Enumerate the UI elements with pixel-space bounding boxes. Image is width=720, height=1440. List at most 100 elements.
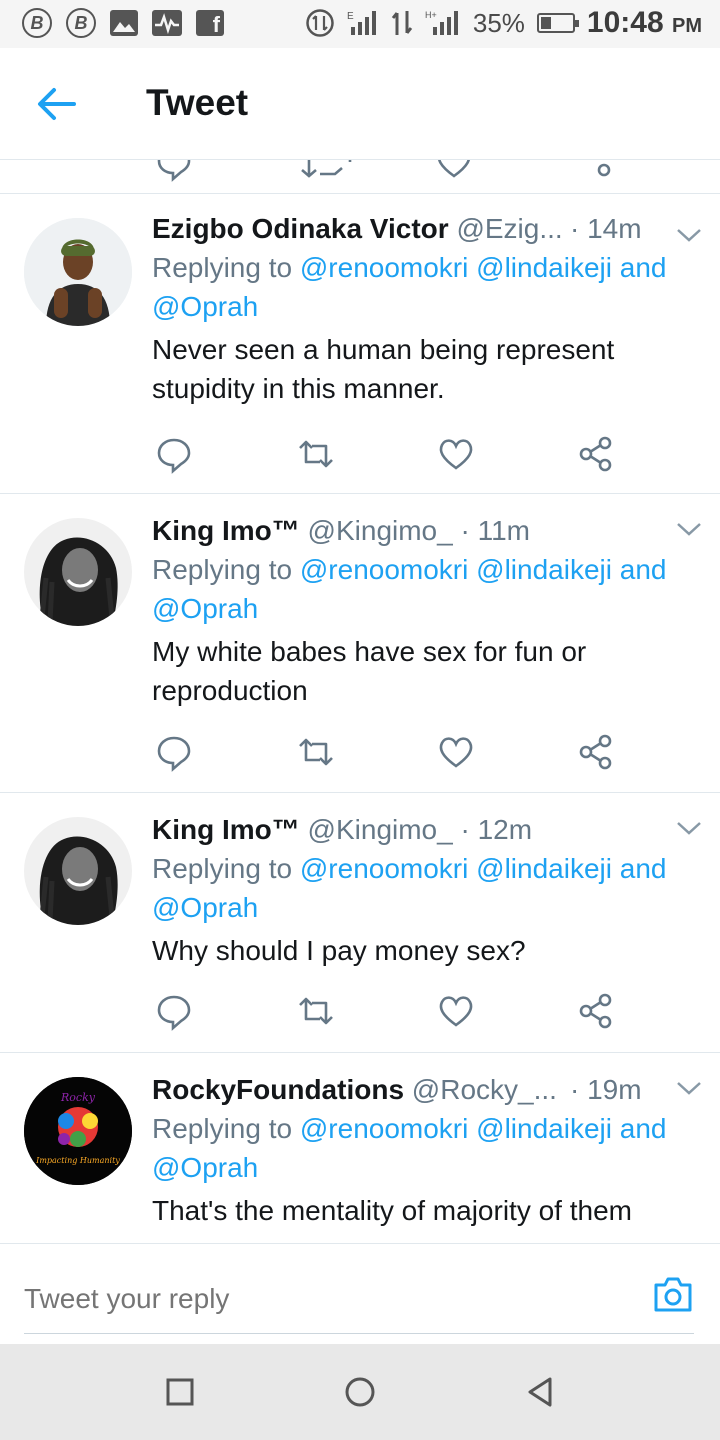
back-button[interactable]	[522, 1374, 558, 1410]
chevron-down-icon[interactable]	[674, 819, 704, 839]
home-button[interactable]	[342, 1374, 378, 1410]
facebook-icon: f	[196, 10, 224, 36]
tweet-time: · 19m	[570, 1074, 642, 1105]
tweet-item[interactable]: King Imo™ @Kingimo_ · 12m Replying to @r…	[0, 793, 720, 1053]
tweet-text: Why should I pay money sex?	[152, 935, 526, 966]
tweet-item[interactable]: King Imo™ @Kingimo_ · 11m Replying to @r…	[0, 494, 720, 793]
retweet-icon[interactable]	[296, 991, 336, 1031]
tweet-item[interactable]: Rocky Impacting Humanity RockyFoundation…	[0, 1053, 720, 1243]
avatar[interactable]	[24, 518, 132, 626]
author-handle[interactable]: @Rocky_...	[412, 1074, 557, 1105]
svg-text:Rocky: Rocky	[60, 1091, 96, 1104]
tweet-actions	[152, 434, 622, 474]
author-name[interactable]: King Imo™	[152, 814, 300, 845]
mention-link[interactable]: @Oprah	[152, 291, 258, 322]
share-icon[interactable]	[576, 732, 616, 772]
mention-link[interactable]: @Oprah	[152, 593, 258, 624]
clock: 10:48 PM	[586, 6, 702, 39]
avatar[interactable]	[24, 817, 132, 925]
system-nav-bar	[0, 1344, 720, 1440]
chevron-down-icon[interactable]	[674, 226, 704, 246]
svg-text:H+: H+	[425, 10, 437, 20]
reply-icon[interactable]	[154, 991, 194, 1031]
mention-link[interactable]: @lindaikeji	[476, 853, 612, 884]
app-header: Tweet	[0, 48, 720, 160]
tweet-meta: Ezigbo Odinaka Victor @Ezig... · 14m	[152, 210, 700, 248]
avatar[interactable]: Rocky Impacting Humanity	[24, 1077, 132, 1185]
tweet-time: · 12m	[460, 814, 533, 845]
tweet-text: That's the mentality of majority of them	[152, 1195, 632, 1226]
tweet-actions	[152, 732, 622, 772]
mention-link[interactable]: @lindaikeji	[476, 252, 612, 283]
tweet-content: King Imo™ @Kingimo_ · 12m Replying to @r…	[152, 811, 700, 970]
chevron-down-icon[interactable]	[674, 520, 704, 540]
author-name[interactable]: RockyFoundations	[152, 1074, 404, 1105]
tweet-text: My white babes have sex for fun or repro…	[152, 636, 587, 706]
chevron-down-icon[interactable]	[674, 1079, 704, 1099]
tweet-item[interactable]: Ezigbo Odinaka Victor @Ezig... · 14m Rep…	[0, 194, 720, 494]
replying-to: Replying to @renoomokri @lindaikeji and …	[152, 1113, 667, 1183]
author-handle[interactable]: @Kingimo_	[308, 814, 453, 845]
status-bar: B B f E H+ 35% 10:48 PM	[0, 0, 720, 48]
mention-link[interactable]: @Oprah	[152, 892, 258, 923]
transfer-icon	[391, 11, 413, 35]
tweet-meta: RockyFoundations @Rocky_... · 19m	[152, 1071, 700, 1109]
like-icon[interactable]	[436, 434, 476, 474]
tweet-content: King Imo™ @Kingimo_ · 11m Replying to @r…	[152, 512, 700, 710]
tweet-content: RockyFoundations @Rocky_... · 19m Replyi…	[152, 1071, 700, 1230]
replying-to: Replying to @renoomokri @lindaikeji and …	[152, 252, 667, 322]
tweet-meta: King Imo™ @Kingimo_ · 12m	[152, 811, 700, 849]
signal-icon: H+	[425, 10, 458, 35]
mention-link[interactable]: @Oprah	[152, 1152, 258, 1183]
reply-composer	[0, 1243, 720, 1344]
data-icon	[306, 9, 334, 37]
tweet-meta: King Imo™ @Kingimo_ · 11m	[152, 512, 700, 550]
mention-link[interactable]: @renoomokri	[300, 853, 468, 884]
tweet-time: · 14m	[570, 213, 642, 244]
retweet-icon[interactable]	[296, 732, 336, 772]
author-name[interactable]: King Imo™	[152, 515, 300, 546]
b-badge-icon: B	[66, 8, 96, 38]
previous-tweet-actions	[0, 160, 720, 194]
b-badge-icon: B	[22, 8, 52, 38]
tweet-text: Never seen a human being represent stupi…	[152, 334, 615, 404]
mention-link[interactable]: @renoomokri	[300, 554, 468, 585]
like-icon[interactable]	[436, 991, 476, 1031]
back-arrow-icon[interactable]	[34, 82, 82, 126]
battery-icon	[536, 13, 579, 33]
avatar[interactable]	[24, 218, 132, 326]
reply-icon[interactable]	[154, 732, 194, 772]
reply-input[interactable]	[24, 1264, 694, 1334]
reply-icon[interactable]	[154, 160, 194, 182]
signal-icon: E	[347, 11, 376, 35]
like-icon[interactable]	[436, 732, 476, 772]
tweet-time: · 11m	[460, 515, 530, 546]
share-icon[interactable]	[576, 991, 616, 1031]
mention-link[interactable]: @lindaikeji	[476, 1113, 612, 1144]
camera-icon[interactable]	[652, 1274, 694, 1314]
reply-icon[interactable]	[154, 434, 194, 474]
retweet-icon[interactable]	[296, 434, 336, 474]
replying-to: Replying to @renoomokri @lindaikeji and …	[152, 853, 667, 923]
replying-to: Replying to @renoomokri @lindaikeji and …	[152, 554, 667, 624]
share-icon[interactable]	[576, 434, 616, 474]
share-icon[interactable]	[576, 160, 616, 182]
page-title: Tweet	[146, 82, 249, 123]
tweet-content: Ezigbo Odinaka Victor @Ezig... · 14m Rep…	[152, 210, 700, 408]
author-handle[interactable]: @Kingimo_	[308, 515, 453, 546]
svg-text:E: E	[347, 11, 354, 22]
author-name[interactable]: Ezigbo Odinaka Victor	[152, 213, 449, 244]
image-icon	[110, 10, 138, 36]
tweet-actions	[152, 991, 622, 1031]
pulse-icon	[152, 10, 182, 36]
author-handle[interactable]: @Ezig...	[456, 213, 562, 244]
recents-button[interactable]	[162, 1374, 198, 1410]
mention-link[interactable]: @renoomokri	[300, 252, 468, 283]
notification-icons: B B f	[22, 8, 224, 38]
svg-text:Impacting Humanity: Impacting Humanity	[35, 1156, 120, 1165]
retweet-icon[interactable]	[298, 160, 358, 182]
mention-link[interactable]: @renoomokri	[300, 1113, 468, 1144]
like-icon[interactable]	[434, 160, 474, 182]
system-indicators: E H+ 35% 10:48 PM	[305, 6, 702, 40]
mention-link[interactable]: @lindaikeji	[476, 554, 612, 585]
